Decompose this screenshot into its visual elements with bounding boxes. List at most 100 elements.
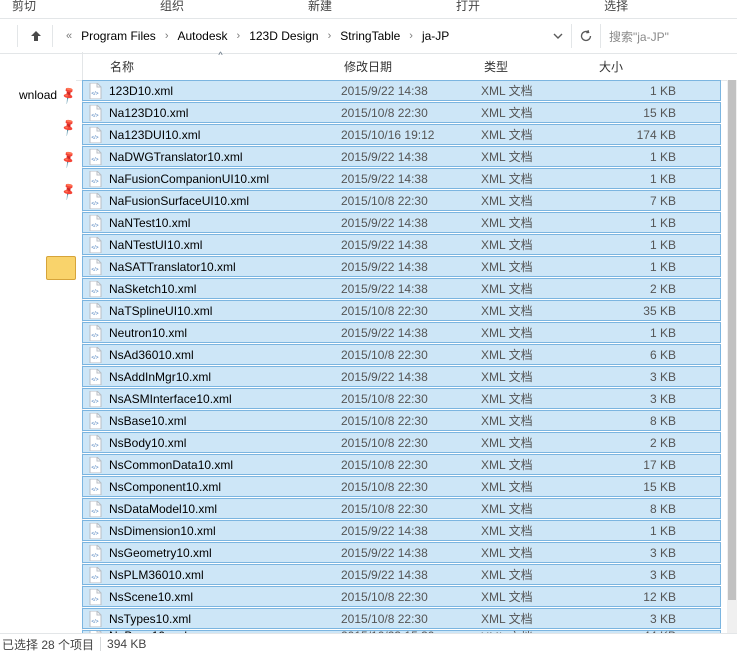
file-type: XML 文档 — [481, 126, 596, 143]
menu-item[interactable]: 组织 — [160, 0, 184, 14]
file-row[interactable]: </>NaFusionSurfaceUI10.xml2015/10/8 22:3… — [82, 190, 721, 211]
file-row[interactable]: </>NaSATTranslator10.xml2015/9/22 14:38X… — [82, 256, 721, 277]
file-row[interactable]: </>NsBase10.xml2015/10/8 22:30XML 文档8 KB — [82, 410, 721, 431]
breadcrumb[interactable]: « Program Files › Autodesk › 123D Design… — [59, 26, 544, 46]
file-name: NsAddInMgr10.xml — [109, 370, 341, 384]
vertical-scrollbar[interactable] — [727, 80, 737, 634]
file-type: XML 文档 — [481, 610, 596, 627]
navigation-pane: wnload 📌 📌 📌 📌 — [0, 52, 83, 634]
menu-item[interactable]: 打开 — [456, 0, 480, 14]
nav-back-button[interactable] — [4, 24, 11, 48]
column-header-label: 大小 — [599, 60, 623, 74]
file-row[interactable]: </>NsPLM36010.xml2015/9/22 14:38XML 文档3 … — [82, 564, 721, 585]
scrollbar-thumb[interactable] — [728, 80, 736, 600]
sidebar-item[interactable]: 📌 — [61, 184, 76, 198]
file-row[interactable]: </>Na123D10.xml2015/10/8 22:30XML 文档15 K… — [82, 102, 721, 123]
file-type: XML 文档 — [481, 412, 596, 429]
refresh-icon — [579, 29, 593, 43]
sidebar-item[interactable]: 📌 — [61, 120, 76, 134]
sidebar-item[interactable]: 📌 — [61, 152, 76, 166]
svg-text:</>: </> — [91, 91, 98, 97]
file-row[interactable]: </>Na123DUI10.xml2015/10/16 19:12XML 文档1… — [82, 124, 721, 145]
svg-text:</>: </> — [91, 157, 98, 163]
file-row[interactable]: </>NsAddInMgr10.xml2015/9/22 14:38XML 文档… — [82, 366, 721, 387]
file-row[interactable]: </>NsScene10.xml2015/10/8 22:30XML 文档12 … — [82, 586, 721, 607]
xml-file-icon: </> — [87, 589, 103, 605]
svg-text:</>: </> — [91, 399, 98, 405]
file-name: NaFusionSurfaceUI10.xml — [109, 194, 341, 208]
column-header-date[interactable]: 修改日期 — [338, 53, 478, 80]
breadcrumb-item[interactable]: 123D Design — [245, 26, 322, 46]
file-size: 2 KB — [596, 436, 684, 450]
breadcrumb-item[interactable]: Program Files — [77, 26, 160, 46]
file-size: 1 KB — [596, 216, 684, 230]
file-type: XML 文档 — [481, 82, 596, 99]
column-header-label: 类型 — [484, 60, 508, 74]
breadcrumb-overflow[interactable]: « — [65, 30, 73, 42]
column-header-name[interactable]: ^ 名称 — [104, 53, 338, 80]
file-row[interactable]: </>NaFusionCompanionUI10.xml2015/9/22 14… — [82, 168, 721, 189]
file-type: XML 文档 — [481, 368, 596, 385]
chevron-right-icon: › — [236, 30, 242, 42]
file-name: NaTSplineUI10.xml — [109, 304, 341, 318]
file-type: XML 文档 — [481, 478, 596, 495]
file-size: 15 KB — [596, 106, 684, 120]
xml-file-icon: </> — [87, 325, 103, 341]
sidebar-item-downloads[interactable]: wnload 📌 — [19, 88, 76, 102]
file-name: NsDimension10.xml — [109, 524, 341, 538]
file-name: 123D10.xml — [109, 84, 341, 98]
file-row[interactable]: </>Neutron10.xml2015/9/22 14:38XML 文档1 K… — [82, 322, 721, 343]
menu-item[interactable]: 选择 — [604, 0, 628, 14]
file-row[interactable]: </>NsAd36010.xml2015/10/8 22:30XML 文档6 K… — [82, 344, 721, 365]
column-header-size[interactable]: 大小 — [593, 53, 681, 80]
chevron-right-icon: › — [408, 30, 414, 42]
file-date: 2015/9/22 14:38 — [341, 568, 481, 582]
file-date: 2015/10/8 22:30 — [341, 304, 481, 318]
file-name: NaSATTranslator10.xml — [109, 260, 341, 274]
file-row[interactable]: </>NsDimension10.xml2015/9/22 14:38XML 文… — [82, 520, 721, 541]
file-row[interactable]: </>NsASMInterface10.xml2015/10/8 22:30XM… — [82, 388, 721, 409]
file-row[interactable]: </>NaDWGTranslator10.xml2015/9/22 14:38X… — [82, 146, 721, 167]
chevron-right-icon: › — [327, 30, 333, 42]
file-size: 1 KB — [596, 326, 684, 340]
file-row[interactable]: </>NaNTestUI10.xml2015/9/22 14:38XML 文档1… — [82, 234, 721, 255]
file-list[interactable]: </>123D10.xml2015/9/22 14:38XML 文档1 KB</… — [76, 80, 727, 634]
file-date: 2015/10/8 22:30 — [341, 480, 481, 494]
file-type: XML 文档 — [481, 148, 596, 165]
breadcrumb-item[interactable]: StringTable — [336, 26, 404, 46]
file-row[interactable]: </>NaSketch10.xml2015/9/22 14:38XML 文档2 … — [82, 278, 721, 299]
refresh-button[interactable] — [571, 24, 600, 48]
svg-text:</>: </> — [91, 487, 98, 493]
address-dropdown-button[interactable] — [544, 24, 571, 48]
menu-item[interactable]: 剪切 — [12, 0, 36, 14]
menu-bar: 剪切 组织 新建 打开 选择 — [0, 0, 737, 16]
breadcrumb-item[interactable]: ja-JP — [418, 26, 453, 46]
file-size: 1 KB — [596, 238, 684, 252]
file-row[interactable]: </>NaTSplineUI10.xml2015/10/8 22:30XML 文… — [82, 300, 721, 321]
xml-file-icon: </> — [87, 391, 103, 407]
file-type: XML 文档 — [481, 324, 596, 341]
file-row[interactable]: </>123D10.xml2015/9/22 14:38XML 文档1 KB — [82, 80, 721, 101]
file-name: NsPLM36010.xml — [109, 568, 341, 582]
file-row[interactable]: </>NsTypes10.xml2015/10/8 22:30XML 文档3 K… — [82, 608, 721, 629]
file-row[interactable]: </>NaNTest10.xml2015/9/22 14:38XML 文档1 K… — [82, 212, 721, 233]
file-row[interactable]: </>NsBody10.xml2015/10/8 22:30XML 文档2 KB — [82, 432, 721, 453]
up-arrow-icon — [29, 29, 43, 43]
breadcrumb-item[interactable]: Autodesk — [173, 26, 231, 46]
file-size: 15 KB — [596, 480, 684, 494]
xml-file-icon: </> — [87, 545, 103, 561]
file-row[interactable]: </>NsCommonData10.xml2015/10/8 22:30XML … — [82, 454, 721, 475]
nav-up-button[interactable] — [26, 24, 46, 48]
file-row[interactable]: </>NsComponent10.xml2015/10/8 22:30XML 文… — [82, 476, 721, 497]
file-row[interactable]: </>NsDataModel10.xml2015/10/8 22:30XML 文… — [82, 498, 721, 519]
folder-icon[interactable] — [46, 256, 76, 280]
menu-item[interactable]: 新建 — [308, 0, 332, 14]
file-name: NsScene10.xml — [109, 590, 341, 604]
svg-text:</>: </> — [91, 179, 98, 185]
search-input[interactable]: 搜索"ja-JP" — [600, 24, 737, 48]
column-header-type[interactable]: 类型 — [478, 53, 593, 80]
file-name: NaNTestUI10.xml — [109, 238, 341, 252]
file-size: 8 KB — [596, 414, 684, 428]
file-row[interactable]: </>NsGeometry10.xml2015/9/22 14:38XML 文档… — [82, 542, 721, 563]
file-name: NsBody10.xml — [109, 436, 341, 450]
